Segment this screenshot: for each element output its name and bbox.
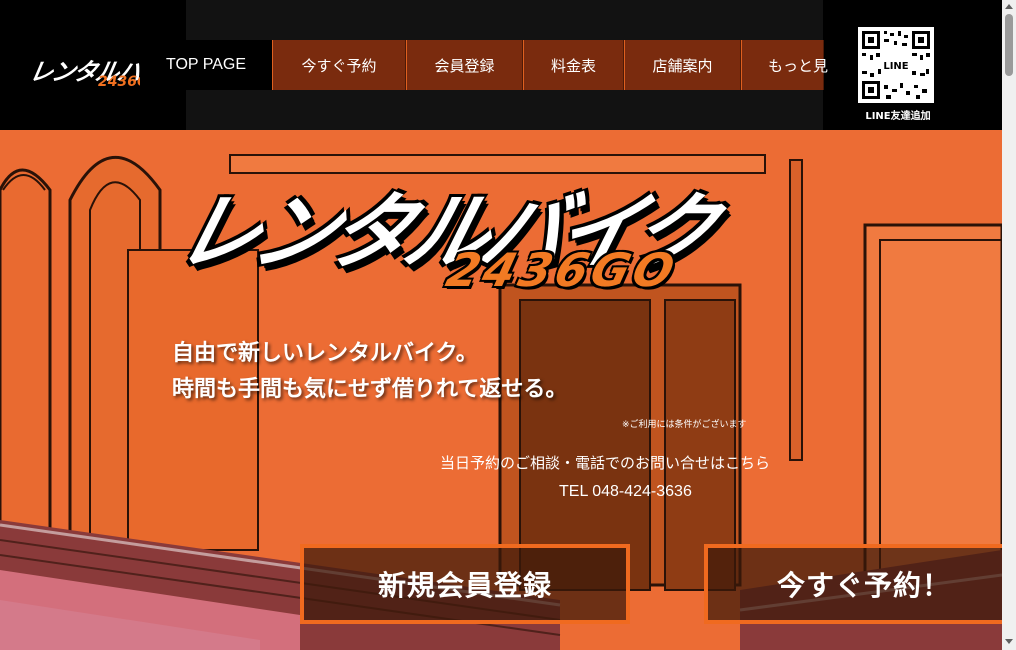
telephone-number[interactable]: TEL 048-424-3636 <box>559 483 692 501</box>
scroll-down-arrow-icon[interactable] <box>1005 639 1013 644</box>
line-qr-code-icon[interactable]: LINE <box>858 27 934 103</box>
reserve-now-button[interactable]: 今すぐ予約！ <box>704 544 1002 624</box>
new-member-register-button[interactable]: 新規会員登録 <box>300 544 630 624</box>
hero-tagline: 自由で新しいレンタルバイク。 時間も手間も気にせず借りれて返せる。 <box>172 336 567 408</box>
svg-text:LINE: LINE <box>883 61 908 72</box>
hero-logo-sub: 2436GO <box>441 243 684 297</box>
nav-top-page[interactable]: TOP PAGE <box>140 40 272 90</box>
hero-logo: レンタルバイク 2436GO <box>166 165 770 305</box>
nav-reserve-now[interactable]: 今すぐ予約 <box>272 40 406 90</box>
page: レンタルバイク 2436GO TOP PAGE 今すぐ予約 会員登録 料金表 店… <box>0 0 1002 650</box>
nav-price-list[interactable]: 料金表 <box>523 40 624 90</box>
vertical-scrollbar[interactable] <box>1002 0 1016 650</box>
usage-condition-note: ※ご利用には条件がございます <box>622 420 747 430</box>
nav-more[interactable]: もっと見 <box>741 40 828 90</box>
hero-tagline-line2: 時間も手間も気にせず借りれて返せる。 <box>172 377 568 402</box>
contact-text: 当日予約のご相談・電話でのお問い合せはこちら <box>440 454 771 472</box>
scrollbar-thumb[interactable] <box>1005 14 1013 76</box>
scroll-up-arrow-icon[interactable] <box>1005 4 1013 9</box>
nav-store-info[interactable]: 店舗案内 <box>624 40 741 90</box>
hero-tagline-line1: 自由で新しいレンタルバイク。 <box>172 341 478 366</box>
line-add-friend-label: LINE友達追加 <box>865 111 931 122</box>
main-nav: TOP PAGE 今すぐ予約 会員登録 料金表 店舗案内 もっと見 <box>140 40 828 90</box>
nav-member-register[interactable]: 会員登録 <box>406 40 523 90</box>
